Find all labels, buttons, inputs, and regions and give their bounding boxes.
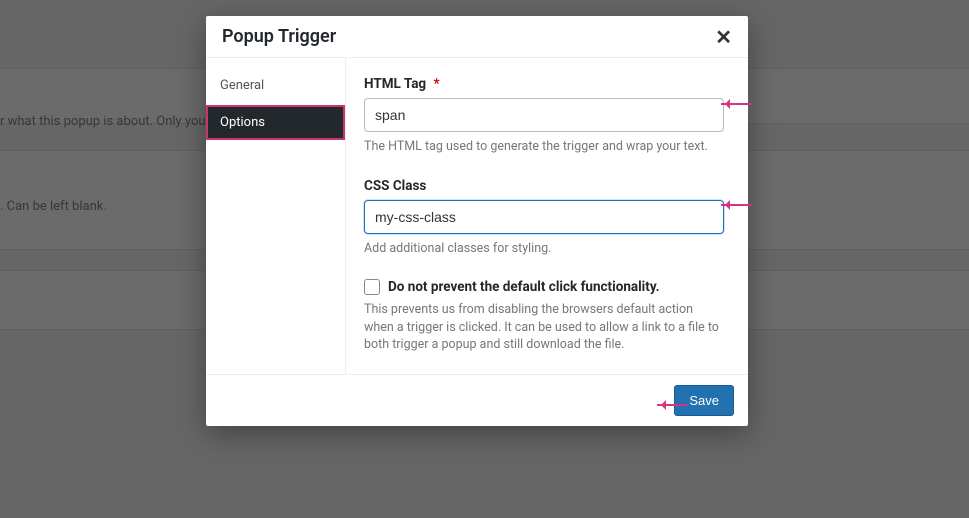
close-icon[interactable]: ✕ bbox=[715, 27, 732, 47]
html-tag-input[interactable] bbox=[364, 98, 724, 132]
no-default-checkbox[interactable] bbox=[364, 279, 380, 295]
css-class-input[interactable] bbox=[364, 200, 724, 234]
modal-title: Popup Trigger bbox=[222, 26, 336, 47]
no-default-label: Do not prevent the default click functio… bbox=[388, 279, 660, 295]
modal-tabs: General Options bbox=[206, 58, 346, 374]
popup-trigger-modal: Popup Trigger ✕ General Options HTML Tag… bbox=[206, 16, 748, 426]
modal-body: General Options HTML Tag * The HTML tag … bbox=[206, 58, 748, 374]
no-default-row[interactable]: Do not prevent the default click functio… bbox=[364, 279, 724, 295]
tab-options[interactable]: Options bbox=[206, 105, 345, 140]
save-button[interactable]: Save bbox=[674, 385, 734, 416]
options-panel: HTML Tag * The HTML tag used to generate… bbox=[346, 58, 748, 374]
css-class-help: Add additional classes for styling. bbox=[364, 240, 724, 258]
modal-header: Popup Trigger ✕ bbox=[206, 16, 748, 58]
css-class-label: CSS Class bbox=[364, 178, 724, 194]
html-tag-field: HTML Tag * The HTML tag used to generate… bbox=[364, 76, 724, 156]
tab-general[interactable]: General bbox=[206, 68, 345, 103]
html-tag-help: The HTML tag used to generate the trigge… bbox=[364, 138, 724, 156]
no-default-field: Do not prevent the default click functio… bbox=[364, 279, 724, 354]
annotation-arrow-icon bbox=[721, 103, 751, 105]
modal-footer: Save bbox=[206, 374, 748, 426]
css-class-field: CSS Class Add additional classes for sty… bbox=[364, 178, 724, 258]
html-tag-label-text: HTML Tag bbox=[364, 76, 426, 92]
annotation-arrow-icon bbox=[657, 404, 687, 406]
html-tag-label: HTML Tag * bbox=[364, 76, 724, 92]
no-default-help: This prevents us from disabling the brow… bbox=[364, 301, 724, 354]
required-marker: * bbox=[434, 76, 440, 92]
annotation-arrow-icon bbox=[721, 204, 751, 206]
